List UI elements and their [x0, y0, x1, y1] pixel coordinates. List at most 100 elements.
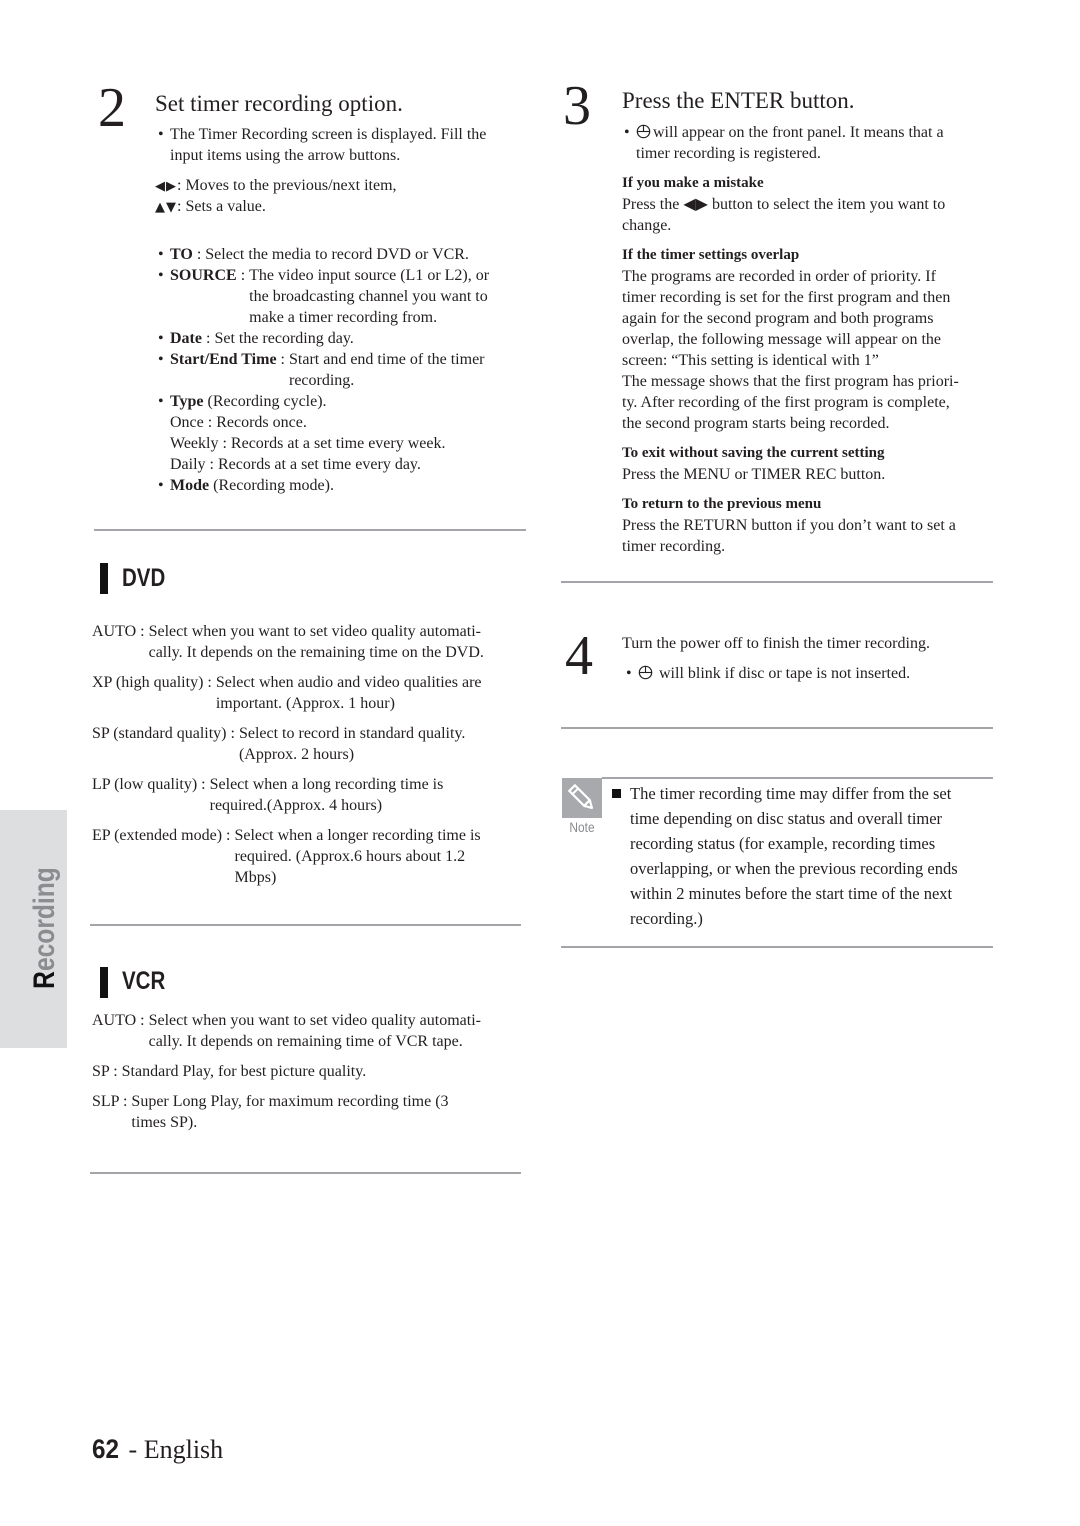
subsection-line: change. [622, 217, 672, 234]
step-2-intro: The Timer Recording screen is displayed.… [158, 124, 486, 166]
subsection-line: the second program starts being recorded… [622, 415, 890, 432]
mode-desc-line: (Approx. 2 hours) [238, 746, 355, 763]
step-number-3: 3 [563, 75, 591, 137]
mode-desc-line: times SP). [131, 1114, 198, 1131]
step-3-subsections: If you make a mistake Press the ◀▶ butto… [622, 173, 959, 566]
step-3-bullet-line: will appear on the front panel. It means… [636, 122, 944, 143]
dvd-mode-auto: AUTO : Select when you want to set video… [92, 621, 484, 663]
section-tab-label: Recording [28, 867, 61, 989]
step-4-bullet: will blink if disc or tape is not insert… [626, 663, 930, 684]
note-item: The timer recording time may differ from… [612, 781, 958, 931]
step-3-bullet-line: timer recording is registered. [636, 145, 821, 162]
field-item-date: Date : Set the recording day. [158, 328, 489, 349]
field-term: Start/End Time [170, 351, 277, 368]
divider [561, 946, 993, 948]
subsection-heading: If the timer settings overlap [622, 247, 800, 263]
step-4-bullet-text: will blink if disc or tape is not insert… [659, 665, 911, 682]
step-4-text: Turn the power off to finish the timer r… [622, 635, 930, 652]
field-item-type: Type (Recording cycle). [158, 391, 489, 412]
mode-desc-line: required. (Approx.6 hours about 1.2 [234, 848, 466, 865]
field-term: Date [170, 330, 202, 347]
arrow-key-row-up-down: ▲▼: Sets a value. [155, 196, 397, 217]
page-number: 62 [92, 1434, 120, 1464]
subsection-line: Press the MENU or TIMER REC button. [622, 466, 886, 483]
mode-label: XP (high quality) : [92, 674, 216, 691]
mode-desc-line: Select when you want to set video qualit… [148, 623, 481, 640]
mode-label: SLP : [92, 1093, 132, 1110]
mode-desc-line: Select when you want to set video qualit… [148, 1012, 481, 1029]
subsection-heading: To return to the previous menu [622, 496, 822, 512]
subsection-mistake: If you make a mistake Press the ◀▶ butto… [622, 173, 959, 236]
bullet-icon [158, 124, 170, 145]
field-separator: : [236, 267, 250, 284]
subsection-line: overlap, the following message will appe… [622, 331, 942, 348]
arrow-key-row-left-right: ◀▶: Moves to the previous/next item, [155, 175, 397, 196]
step-3-bullet-text: will appear on the front panel. It means… [653, 124, 944, 141]
section-tab: Recording [0, 810, 67, 1048]
dvd-mode-list: AUTO : Select when you want to set video… [92, 621, 484, 897]
bullet-icon [158, 328, 170, 349]
mode-desc-line: Select when a longer recording time is [234, 827, 481, 844]
subsection-heading: If you make a mistake [622, 175, 764, 191]
field-term: Type [170, 393, 204, 410]
subsection-return: To return to the previous menu Press the… [622, 494, 959, 557]
step-2-title: Set timer recording option. [155, 91, 403, 116]
mode-label: AUTO : [92, 1012, 149, 1029]
intro-bullet-item: The Timer Recording screen is displayed.… [158, 124, 486, 166]
timer-field-list: TO : Select the media to record DVD or V… [158, 244, 489, 496]
step-number-4: 4 [565, 625, 593, 687]
arrow-key-desc: : Sets a value. [177, 198, 266, 215]
subsection-line: again for the second program and both pr… [622, 310, 934, 327]
note-line: The timer recording time may differ from… [630, 784, 952, 803]
field-desc-line: Select the media to record DVD or VCR. [205, 246, 469, 263]
subsection-line: The programs are recorded in order of pr… [622, 268, 936, 285]
mode-desc-line: Select to record in standard quality. [238, 725, 466, 742]
square-bullet-icon [612, 789, 621, 798]
field-desc-line: Start and end time of the timer [289, 351, 485, 368]
note-line: recording.) [630, 909, 703, 928]
field-term: TO [170, 246, 193, 263]
step-4-body: Turn the power off to finish the timer r… [622, 633, 930, 684]
step-number-2: 2 [98, 77, 126, 139]
bullet-icon [158, 265, 170, 286]
field-item-source: SOURCE : The video input source (L1 or L… [158, 265, 489, 328]
mode-desc-line: Select when audio and video qualities ar… [215, 674, 482, 691]
note-line: within 2 minutes before the start time o… [630, 884, 953, 903]
note-icon-box [562, 778, 602, 818]
bullet-icon [158, 244, 170, 265]
subsection-overlap: If the timer settings overlap The progra… [622, 245, 959, 434]
pencil-icon [567, 783, 593, 809]
field-item-start-end-time: Start/End Time : Start and end time of t… [158, 349, 489, 391]
vcr-mode-sp: SP : Standard Play, for best picture qua… [92, 1061, 481, 1082]
mode-label: LP (low quality) : [92, 776, 210, 793]
type-option-once: Once : Records once. [170, 414, 307, 431]
field-desc-line: make a timer recording from. [249, 309, 438, 326]
subsection-line: The message shows that the first program… [622, 373, 959, 390]
mode-desc-line: required.(Approx. 4 hours) [209, 797, 383, 814]
dvd-mode-lp: LP (low quality) : Select when a long re… [92, 774, 484, 816]
subsection-line: Press the RETURN button if you don’t wan… [622, 517, 956, 534]
vcr-mode-list: AUTO : Select when you want to set video… [92, 1010, 481, 1142]
field-desc-line: (Recording cycle). [207, 393, 327, 410]
arrow-key-legend: ◀▶: Moves to the previous/next item, ▲▼:… [155, 175, 397, 217]
intro-line: input items using the arrow buttons. [170, 147, 401, 164]
mode-label: SP : [92, 1063, 122, 1080]
note-line: overlapping, or when the previous record… [630, 859, 958, 878]
subsection-line: timer recording. [622, 538, 726, 555]
vcr-mode-slp: SLP : Super Long Play, for maximum recor… [92, 1091, 481, 1133]
subsection-line: ty. After recording of the first program… [622, 394, 950, 411]
manual-page: Recording 2 Set timer recording option. … [0, 0, 1080, 1526]
field-desc-line: recording. [289, 372, 355, 389]
field-desc-line: Set the recording day. [214, 330, 354, 347]
field-separator: : [201, 330, 215, 347]
note-label: Note [569, 819, 595, 835]
note-line: recording status (for example, recording… [630, 834, 936, 853]
step-3-bullet-item: will appear on the front panel. It means… [624, 122, 944, 164]
bullet-icon [158, 475, 170, 496]
intro-line: The Timer Recording screen is displayed.… [170, 126, 487, 143]
section-marker-icon [100, 967, 108, 998]
vcr-heading: VCR [122, 967, 166, 995]
footer-separator: - [122, 1435, 144, 1464]
subsection-heading: To exit without saving the current setti… [622, 445, 885, 461]
type-option-weekly: Weekly : Records at a set time every wee… [170, 435, 446, 452]
